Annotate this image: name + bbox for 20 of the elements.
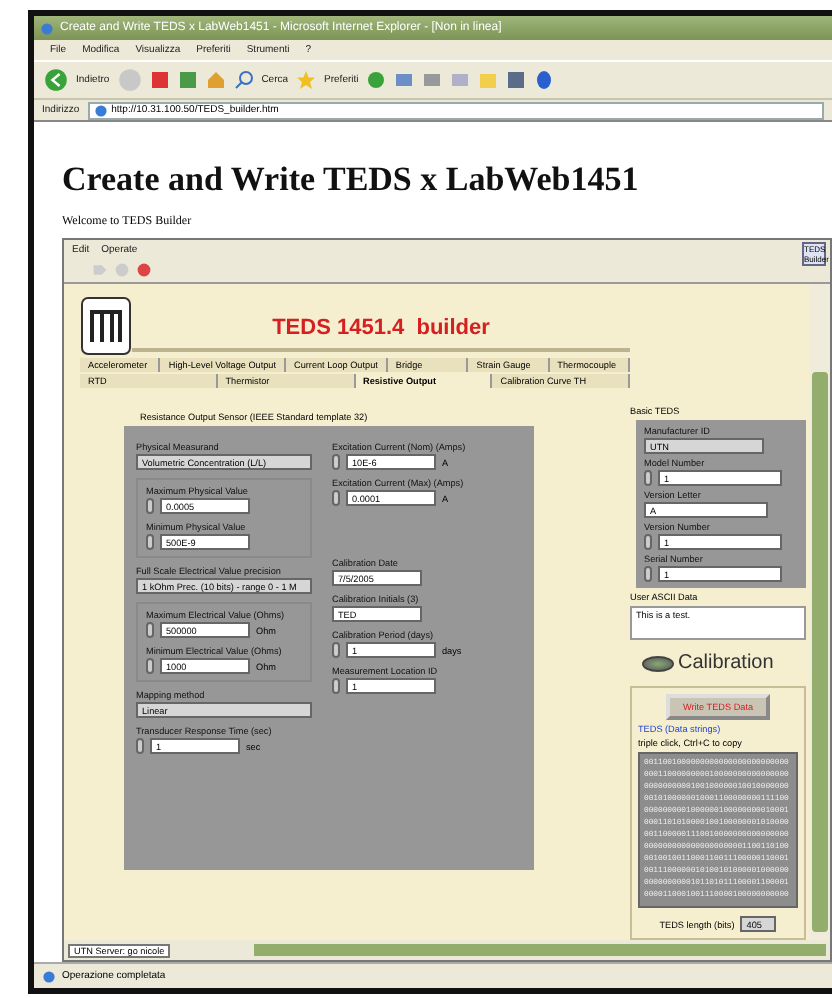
increment-control[interactable] [146,534,154,550]
increment-control[interactable] [146,498,154,514]
increment-control[interactable] [332,678,340,694]
vertical-scrollbar[interactable] [810,284,830,940]
page-heading: Create and Write TEDS x LabWeb1451 [62,160,641,200]
increment-control[interactable] [136,738,144,754]
builder-title: TEDS 1451.4 builder [272,316,490,340]
increment-control[interactable] [146,658,154,674]
calibration-label: Calibration [678,652,774,674]
increment-control[interactable] [332,490,340,506]
star-icon[interactable] [296,70,317,90]
logo-icon [80,296,132,356]
increment-control[interactable] [644,470,652,486]
increment-control[interactable] [332,642,340,658]
increment-control[interactable] [332,454,340,470]
increment-control[interactable] [146,622,154,638]
stop-icon[interactable] [149,70,170,90]
stop-icon[interactable] [136,262,152,278]
search-icon[interactable] [233,70,254,90]
home-icon[interactable] [205,70,226,90]
